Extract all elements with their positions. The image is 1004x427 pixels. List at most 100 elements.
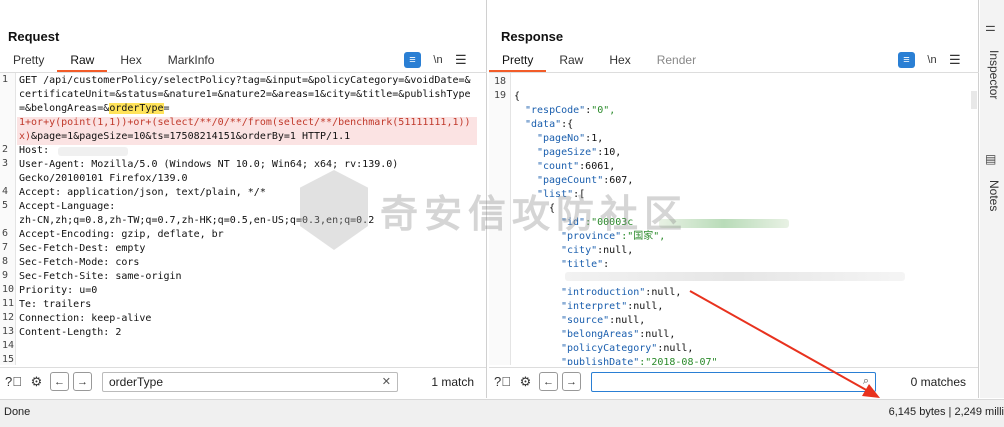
right-sidebar: ⚌ Inspector ▤ Notes	[980, 0, 1004, 398]
request-search-input[interactable]: orderType ✕	[102, 371, 398, 392]
request-line: Sec-Fetch-Dest: empty	[19, 243, 146, 254]
json-line: "pageNo":1,	[537, 132, 603, 146]
line-number: 19	[494, 90, 507, 101]
request-tab-hex[interactable]: Hex	[107, 52, 154, 72]
json-line: "publishDate":"2018-08-07"	[561, 356, 718, 365]
json-key: "publishDate"	[561, 357, 640, 365]
json-value: :1,	[585, 133, 604, 144]
response-scrollbar[interactable]	[971, 91, 977, 109]
line-number: 1	[2, 74, 9, 85]
json-key: "data"	[525, 119, 562, 130]
inspector-icon[interactable]: ⚌	[985, 20, 996, 34]
settings-gear-icon[interactable]: ⚙	[516, 372, 535, 391]
json-value: :10,	[597, 147, 622, 158]
json-key: "pageNo"	[537, 133, 586, 144]
wrap-lines-icon[interactable]: ≡	[898, 52, 915, 68]
status-text: Done	[4, 406, 31, 418]
hamburger-menu-icon[interactable]: ☰	[455, 52, 467, 68]
response-tab-raw[interactable]: Raw	[546, 52, 596, 72]
json-key: "belongAreas"	[561, 329, 640, 340]
response-editor[interactable]: 18 19 { "respCode":"0", "data":{ "pageNo…	[489, 72, 979, 365]
json-line: "pageSize":10,	[537, 146, 621, 160]
json-key: "id"	[561, 217, 586, 228]
json-value: :{	[561, 119, 574, 130]
line-number: 6	[2, 228, 9, 239]
json-value: :"2018-08-07"	[639, 357, 718, 365]
request-line: Gecko/20100101 Firefox/139.0	[19, 173, 188, 184]
response-pane: Response Pretty Raw Hex Render ≡ \n ☰ 18…	[489, 0, 979, 398]
request-line: GET /api/customerPolicy/selectPolicy?tag…	[19, 75, 471, 86]
response-tabs: Pretty Raw Hex Render	[489, 52, 709, 72]
request-tab-markinfo[interactable]: MarkInfo	[155, 52, 228, 72]
line-number: 14	[2, 340, 15, 351]
json-key: "source"	[561, 315, 610, 326]
request-line: Host:	[19, 145, 50, 156]
response-title: Response	[501, 29, 564, 44]
response-match-count: 0 matches	[910, 374, 966, 389]
request-line: Sec-Fetch-Site: same-origin	[19, 271, 182, 282]
json-line: "source":null,	[561, 314, 645, 328]
status-bar: Done 6,145 bytes | 2,249 milli	[0, 399, 1004, 427]
json-key: "policyCategory"	[561, 343, 658, 354]
request-tab-pretty[interactable]: Pretty	[0, 52, 57, 72]
json-key: "list"	[537, 189, 574, 200]
json-line: "data":{	[525, 118, 573, 132]
request-line-prefix: =&belongAreas=&	[19, 103, 110, 114]
json-key: "interpret"	[561, 301, 628, 312]
settings-gear-icon[interactable]: ⚙	[27, 372, 46, 391]
newline-toggle[interactable]: \n	[431, 54, 445, 66]
search-highlight: orderType	[109, 103, 164, 114]
json-key: "title"	[561, 259, 604, 270]
response-search-input[interactable]: ⌕	[591, 371, 876, 392]
request-line: Te: trailers	[19, 299, 92, 310]
response-tab-pretty[interactable]: Pretty	[489, 52, 547, 72]
request-editor[interactable]: 1 2 3 4 5 6 7 8 9 10 11 12 13 14 15 GET /api/customerP…	[0, 72, 487, 365]
line-number: 8	[2, 256, 9, 267]
help-icon[interactable]: ?⃝	[4, 372, 23, 391]
request-line: User-Agent: Mozilla/5.0 (Windows NT 10.0…	[19, 159, 399, 170]
line-number: 4	[2, 186, 9, 197]
response-tab-hex[interactable]: Hex	[596, 52, 643, 72]
previous-match-button[interactable]: ←	[539, 372, 558, 391]
help-icon[interactable]: ?⃝	[493, 372, 512, 391]
json-line: "id":"00003c	[561, 216, 633, 230]
json-key: "pageSize"	[537, 147, 598, 158]
json-line: "belongAreas":null,	[561, 328, 675, 342]
previous-match-button[interactable]: ←	[50, 372, 69, 391]
injection-payload-end: x)	[19, 131, 32, 142]
notes-icon[interactable]: ▤	[985, 152, 996, 166]
response-tab-render[interactable]: Render	[644, 52, 709, 72]
json-line: "pageCount":607,	[537, 174, 633, 188]
next-match-button[interactable]: →	[73, 372, 92, 391]
request-line: Accept: application/json, text/plain, */…	[19, 187, 266, 198]
next-match-button[interactable]: →	[562, 372, 581, 391]
magnifier-icon[interactable]: ⌕	[863, 375, 869, 388]
request-line: =&belongAreas=&orderType=	[19, 102, 170, 116]
newline-toggle[interactable]: \n	[925, 54, 939, 66]
json-value: :null,	[609, 315, 646, 326]
request-line: certificateUnit=&status=&nature1=&nature…	[19, 89, 471, 100]
json-value: :null,	[657, 343, 694, 354]
json-line: "count":6061,	[537, 160, 615, 174]
redacted-title	[565, 272, 905, 281]
request-search-value: orderType	[109, 374, 164, 389]
inspector-tab[interactable]: Inspector	[983, 50, 1001, 99]
request-line: Priority: u=0	[19, 285, 98, 296]
request-line: Accept-Language:	[19, 201, 116, 212]
line-number: 7	[2, 242, 9, 253]
clear-search-icon[interactable]: ✕	[382, 375, 391, 388]
line-number: 13	[2, 326, 15, 337]
json-value: "0",	[591, 105, 616, 116]
json-line: "city":null,	[561, 244, 633, 258]
json-key: "province"	[561, 231, 622, 242]
notes-tab[interactable]: Notes	[983, 180, 1001, 211]
json-line: "interpret":null,	[561, 300, 663, 314]
request-search-bar: ?⃝ ⚙ ← → orderType ✕ 1 match	[0, 367, 486, 395]
hamburger-menu-icon[interactable]: ☰	[949, 52, 961, 68]
redacted-host	[58, 147, 128, 156]
line-number: 5	[2, 200, 9, 211]
line-number: 18	[494, 76, 507, 87]
request-line-rest: &page=1&pageSize=10&ts=17508214151&order…	[31, 131, 351, 142]
wrap-lines-icon[interactable]: ≡	[404, 52, 421, 68]
request-tab-raw[interactable]: Raw	[57, 52, 108, 72]
